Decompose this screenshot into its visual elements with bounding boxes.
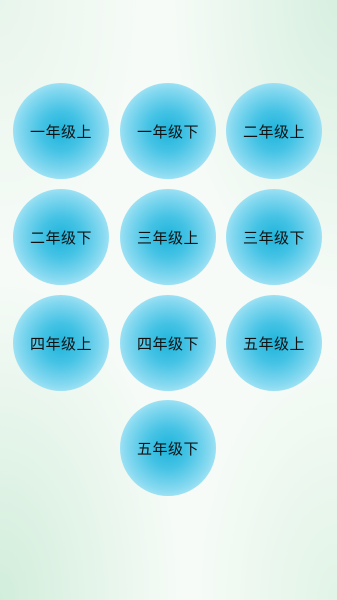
grade-button-4-up[interactable]: 四年级上 <box>13 295 109 391</box>
grade-button-label: 一年级上 <box>29 122 92 141</box>
grade-button-2-down[interactable]: 二年级下 <box>13 189 109 285</box>
grade-button-label: 二年级上 <box>242 122 305 141</box>
grade-button-label: 三年级上 <box>136 228 199 247</box>
grade-button-label: 五年级下 <box>136 439 199 458</box>
grade-button-3-down[interactable]: 三年级下 <box>226 189 322 285</box>
grade-button-label: 三年级下 <box>242 228 305 247</box>
grade-button-label: 一年级下 <box>136 122 199 141</box>
grade-button-label: 五年级上 <box>242 334 305 353</box>
grade-button-5-up[interactable]: 五年级上 <box>226 295 322 391</box>
grade-button-5-down[interactable]: 五年级下 <box>120 400 216 496</box>
grade-button-3-up[interactable]: 三年级上 <box>120 189 216 285</box>
grade-button-4-down[interactable]: 四年级下 <box>120 295 216 391</box>
grade-button-1-up[interactable]: 一年级上 <box>13 83 109 179</box>
grade-button-label: 四年级上 <box>29 334 92 353</box>
grade-button-label: 四年级下 <box>136 334 199 353</box>
grade-button-2-up[interactable]: 二年级上 <box>226 83 322 179</box>
grade-button-label: 二年级下 <box>29 228 92 247</box>
grade-button-1-down[interactable]: 一年级下 <box>120 83 216 179</box>
grade-selection-grid: 一年级上 一年级下 二年级上 二年级下 三年级上 三年级下 四年级上 四年级下 … <box>0 0 337 600</box>
